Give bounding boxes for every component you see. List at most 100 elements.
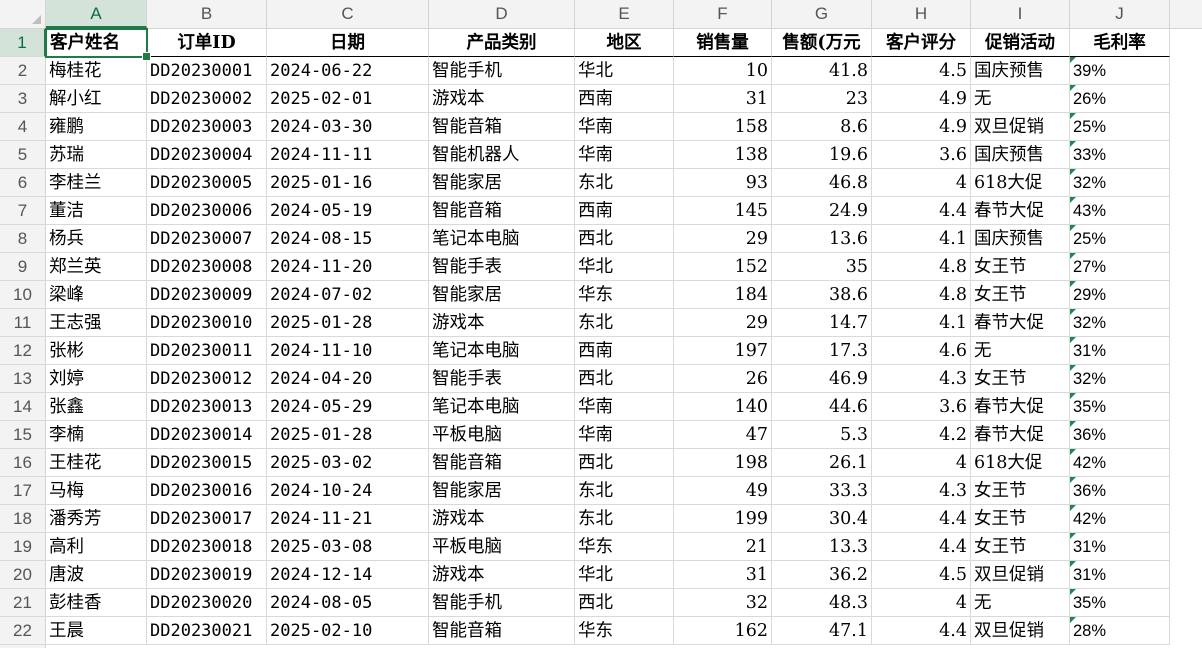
cell-i18[interactable]: 女王节 bbox=[971, 505, 1070, 533]
cell-h15[interactable]: 4.2 bbox=[872, 421, 971, 449]
row-header-3[interactable]: 3 bbox=[0, 85, 46, 113]
cell-b13[interactable]: DD20230012 bbox=[147, 365, 267, 393]
column-header-f[interactable]: F bbox=[674, 0, 772, 28]
cell-i2[interactable]: 国庆预售 bbox=[971, 57, 1070, 85]
cell-i19[interactable]: 女王节 bbox=[971, 533, 1070, 561]
cell-b17[interactable]: DD20230016 bbox=[147, 477, 267, 505]
cell-e9[interactable]: 华北 bbox=[575, 253, 674, 281]
cell-d9[interactable]: 智能手表 bbox=[429, 253, 575, 281]
row-header-8[interactable]: 8 bbox=[0, 225, 46, 253]
cell-i20[interactable]: 双旦促销 bbox=[971, 561, 1070, 589]
cell-f13[interactable]: 26 bbox=[674, 365, 772, 393]
cell-c4[interactable]: 2024-03-30 bbox=[267, 113, 429, 141]
cell-j16[interactable]: 42% bbox=[1070, 449, 1170, 477]
cell-a17[interactable]: 马梅 bbox=[46, 477, 147, 505]
column-header-h[interactable]: H bbox=[872, 0, 971, 28]
cell-j11[interactable]: 32% bbox=[1070, 309, 1170, 337]
cell-h3[interactable]: 4.9 bbox=[872, 85, 971, 113]
cell-b15[interactable]: DD20230014 bbox=[147, 421, 267, 449]
cell-j8[interactable]: 25% bbox=[1070, 225, 1170, 253]
cell-i14[interactable]: 春节大促 bbox=[971, 393, 1070, 421]
row-header-20[interactable]: 20 bbox=[0, 561, 46, 589]
row-header-19[interactable]: 19 bbox=[0, 533, 46, 561]
row-header-18[interactable]: 18 bbox=[0, 505, 46, 533]
cell-g9[interactable]: 35 bbox=[772, 253, 872, 281]
cell-i3[interactable]: 无 bbox=[971, 85, 1070, 113]
cell-g5[interactable]: 19.6 bbox=[772, 141, 872, 169]
cell-b20[interactable]: DD20230019 bbox=[147, 561, 267, 589]
cell-i15[interactable]: 春节大促 bbox=[971, 421, 1070, 449]
cell-f21[interactable]: 32 bbox=[674, 589, 772, 617]
cell-e13[interactable]: 西北 bbox=[575, 365, 674, 393]
cell-i11[interactable]: 春节大促 bbox=[971, 309, 1070, 337]
cell-c3[interactable]: 2025-02-01 bbox=[267, 85, 429, 113]
cell-e21[interactable]: 西北 bbox=[575, 589, 674, 617]
cell-j7[interactable]: 43% bbox=[1070, 197, 1170, 225]
cell-h19[interactable]: 4.4 bbox=[872, 533, 971, 561]
cell-h5[interactable]: 3.6 bbox=[872, 141, 971, 169]
cell-g21[interactable]: 48.3 bbox=[772, 589, 872, 617]
cell-a8[interactable]: 杨兵 bbox=[46, 225, 147, 253]
cell-g2[interactable]: 41.8 bbox=[772, 57, 872, 85]
header-cell-a[interactable]: 客户姓名 bbox=[46, 29, 147, 57]
cell-e7[interactable]: 西南 bbox=[575, 197, 674, 225]
cell-c20[interactable]: 2024-12-14 bbox=[267, 561, 429, 589]
cell-e6[interactable]: 东北 bbox=[575, 169, 674, 197]
column-header-b[interactable]: B bbox=[147, 0, 267, 28]
cell-h16[interactable]: 4 bbox=[872, 449, 971, 477]
cell-f17[interactable]: 49 bbox=[674, 477, 772, 505]
header-cell-h[interactable]: 客户评分 bbox=[872, 29, 971, 57]
cell-d18[interactable]: 游戏本 bbox=[429, 505, 575, 533]
cell-e4[interactable]: 华南 bbox=[575, 113, 674, 141]
cell-g8[interactable]: 13.6 bbox=[772, 225, 872, 253]
cell-f5[interactable]: 138 bbox=[674, 141, 772, 169]
cell-h22[interactable]: 4.4 bbox=[872, 617, 971, 645]
cell-a7[interactable]: 董洁 bbox=[46, 197, 147, 225]
cell-d6[interactable]: 智能家居 bbox=[429, 169, 575, 197]
cell-h13[interactable]: 4.3 bbox=[872, 365, 971, 393]
cell-f4[interactable]: 158 bbox=[674, 113, 772, 141]
cell-c12[interactable]: 2024-11-10 bbox=[267, 337, 429, 365]
column-header-c[interactable]: C bbox=[267, 0, 429, 28]
cell-i5[interactable]: 国庆预售 bbox=[971, 141, 1070, 169]
cell-g6[interactable]: 46.8 bbox=[772, 169, 872, 197]
cell-f3[interactable]: 31 bbox=[674, 85, 772, 113]
cell-a5[interactable]: 苏瑞 bbox=[46, 141, 147, 169]
header-cell-b[interactable]: 订单ID bbox=[147, 29, 267, 57]
cell-h17[interactable]: 4.3 bbox=[872, 477, 971, 505]
cell-f2[interactable]: 10 bbox=[674, 57, 772, 85]
row-header-10[interactable]: 10 bbox=[0, 281, 46, 309]
cell-j17[interactable]: 36% bbox=[1070, 477, 1170, 505]
cell-b12[interactable]: DD20230011 bbox=[147, 337, 267, 365]
cell-d15[interactable]: 平板电脑 bbox=[429, 421, 575, 449]
cell-j6[interactable]: 32% bbox=[1070, 169, 1170, 197]
cell-e12[interactable]: 西南 bbox=[575, 337, 674, 365]
cell-h21[interactable]: 4 bbox=[872, 589, 971, 617]
cell-a15[interactable]: 李楠 bbox=[46, 421, 147, 449]
cell-e14[interactable]: 华南 bbox=[575, 393, 674, 421]
cell-e2[interactable]: 华北 bbox=[575, 57, 674, 85]
cell-a3[interactable]: 解小红 bbox=[46, 85, 147, 113]
column-header-i[interactable]: I bbox=[971, 0, 1070, 28]
cell-a10[interactable]: 梁峰 bbox=[46, 281, 147, 309]
cell-d12[interactable]: 笔记本电脑 bbox=[429, 337, 575, 365]
cell-f19[interactable]: 21 bbox=[674, 533, 772, 561]
cell-b5[interactable]: DD20230004 bbox=[147, 141, 267, 169]
cell-c18[interactable]: 2024-11-21 bbox=[267, 505, 429, 533]
cell-d17[interactable]: 智能家居 bbox=[429, 477, 575, 505]
cell-d4[interactable]: 智能音箱 bbox=[429, 113, 575, 141]
cell-a21[interactable]: 彭桂香 bbox=[46, 589, 147, 617]
cell-f9[interactable]: 152 bbox=[674, 253, 772, 281]
cell-h18[interactable]: 4.4 bbox=[872, 505, 971, 533]
cell-j22[interactable]: 28% bbox=[1070, 617, 1170, 645]
cell-i22[interactable]: 双旦促销 bbox=[971, 617, 1070, 645]
select-all-corner[interactable] bbox=[0, 0, 46, 28]
cell-d21[interactable]: 智能手机 bbox=[429, 589, 575, 617]
header-cell-c[interactable]: 日期 bbox=[267, 29, 429, 57]
cell-f18[interactable]: 199 bbox=[674, 505, 772, 533]
row-header-15[interactable]: 15 bbox=[0, 421, 46, 449]
cell-b3[interactable]: DD20230002 bbox=[147, 85, 267, 113]
header-cell-e[interactable]: 地区 bbox=[575, 29, 674, 57]
row-header-6[interactable]: 6 bbox=[0, 169, 46, 197]
cell-b9[interactable]: DD20230008 bbox=[147, 253, 267, 281]
